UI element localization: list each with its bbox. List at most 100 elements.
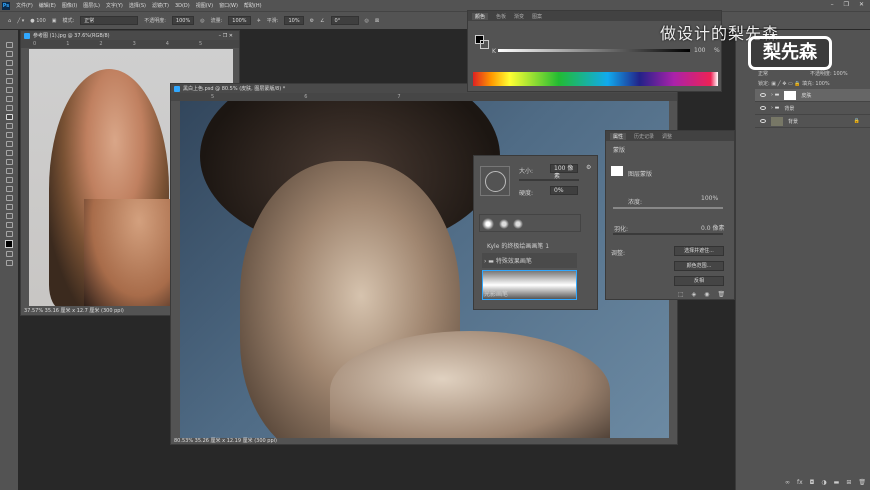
fill-field[interactable]: 100%	[815, 81, 829, 87]
brush-group[interactable]: › ▬ 特殊效果画笔	[482, 253, 577, 268]
select-and-mask-button[interactable]: 选择并遮住...	[674, 246, 724, 256]
menu-edit[interactable]: 编辑(E)	[39, 2, 56, 9]
k-value[interactable]: 100	[694, 47, 705, 54]
tab-gradients[interactable]: 渐变	[514, 13, 524, 20]
brush-angle-preview[interactable]	[480, 166, 510, 196]
foreground-color-swatch[interactable]	[5, 240, 13, 248]
quick-mask-icon[interactable]	[5, 251, 13, 257]
hand-tool-icon[interactable]	[5, 213, 13, 219]
lasso-tool-icon[interactable]	[5, 60, 13, 66]
delete-layer-icon[interactable]: 🗑	[858, 479, 866, 486]
blur-tool-icon[interactable]	[5, 159, 13, 165]
healing-brush-icon[interactable]	[5, 105, 13, 111]
background-swatch[interactable]	[480, 40, 489, 49]
size-field[interactable]: 100 像素	[550, 164, 578, 180]
eye-icon[interactable]	[760, 93, 766, 97]
layer-row[interactable]: › ▬ 皮肤	[755, 89, 870, 102]
hardness-field[interactable]: 0%	[550, 186, 578, 195]
doc1-title-bar[interactable]: 参考图 (1).jpg @ 37.6%(RGB/8) – ❐ ✕	[21, 31, 239, 40]
link-icon[interactable]: ∞	[785, 479, 790, 486]
zoom-tool-icon[interactable]	[5, 222, 13, 228]
angle-field[interactable]: 0°	[330, 16, 359, 25]
add-mask-icon[interactable]: ◘	[810, 479, 815, 486]
fx-icon[interactable]: fx	[797, 479, 803, 486]
brush-tool-icon[interactable]	[5, 114, 13, 120]
brush-settings-icon[interactable]: ▣	[52, 18, 57, 24]
shape-tool-icon[interactable]	[5, 204, 13, 210]
frame-tool-icon[interactable]	[5, 87, 13, 93]
menu-view[interactable]: 视图(V)	[196, 2, 213, 9]
menu-window[interactable]: 窗口(W)	[219, 2, 238, 9]
gradient-tool-icon[interactable]	[5, 150, 13, 156]
menu-file[interactable]: 文件(F)	[16, 2, 33, 9]
dodge-tool-icon[interactable]	[5, 168, 13, 174]
mode-select[interactable]: 正常	[80, 16, 139, 25]
opacity-field[interactable]: 100%	[171, 16, 195, 25]
load-selection-icon[interactable]: ⬚	[678, 291, 684, 298]
minimize-icon[interactable]: –	[831, 1, 834, 8]
doc1-window-buttons[interactable]: – ❐ ✕	[219, 33, 233, 39]
density-field[interactable]: 100%	[701, 195, 718, 202]
move-tool-icon[interactable]	[5, 42, 13, 48]
pen-tool-icon[interactable]	[5, 177, 13, 183]
feather-slider[interactable]	[613, 233, 723, 235]
menu-filter[interactable]: 滤镜(T)	[152, 2, 169, 9]
airbrush-icon[interactable]: ✈	[257, 18, 261, 24]
menu-layer[interactable]: 图层(L)	[83, 2, 100, 9]
tab-swatches[interactable]: 色板	[496, 13, 506, 20]
smooth-settings-icon[interactable]: ⚙	[310, 18, 314, 24]
eyedropper-icon[interactable]	[5, 96, 13, 102]
clone-stamp-icon[interactable]	[5, 123, 13, 129]
color-spectrum[interactable]	[473, 72, 718, 86]
color-range-button[interactable]: 颜色范围...	[674, 261, 724, 271]
smooth-field[interactable]: 10%	[284, 16, 304, 25]
feather-field[interactable]: 0.0 像素	[701, 223, 724, 232]
symmetry-icon[interactable]: ⊠	[375, 18, 379, 24]
more-tools-icon[interactable]	[5, 231, 13, 237]
eraser-icon[interactable]	[5, 141, 13, 147]
menu-3d[interactable]: 3D(D)	[175, 3, 190, 9]
type-tool-icon[interactable]	[5, 186, 13, 192]
menu-type[interactable]: 文字(Y)	[106, 2, 123, 9]
pressure-size-icon[interactable]: ◎	[365, 18, 369, 24]
brush-item-selected[interactable]: 光影画笔	[482, 270, 577, 300]
marquee-tool-icon[interactable]	[5, 51, 13, 57]
layer-opacity-field[interactable]: 100%	[833, 71, 847, 77]
flow-field[interactable]: 100%	[228, 16, 251, 25]
brush-settings-gear-icon[interactable]: ⚙	[586, 164, 591, 171]
tab-properties[interactable]: 属性	[610, 132, 627, 140]
tab-patterns[interactable]: 图案	[532, 13, 542, 20]
tab-adjustments[interactable]: 调整	[662, 133, 672, 140]
close-icon[interactable]: ✕	[859, 1, 864, 8]
k-slider[interactable]	[498, 49, 690, 52]
path-select-icon[interactable]	[5, 195, 13, 201]
invert-button[interactable]: 反相	[674, 276, 724, 286]
eye-icon[interactable]	[760, 106, 766, 110]
size-slider[interactable]	[519, 179, 579, 181]
layer-row[interactable]: 背景 🔒	[755, 115, 870, 128]
new-layer-icon[interactable]: ⊞	[846, 479, 851, 486]
brush-preset-picker[interactable]: ● 100	[30, 18, 46, 24]
brush-group[interactable]: Kyle 的终极绘画画笔 1	[482, 238, 577, 253]
visibility-icon[interactable]: ◉	[704, 291, 709, 298]
pressure-opacity-icon[interactable]: ◎	[200, 18, 204, 24]
history-brush-icon[interactable]	[5, 132, 13, 138]
new-group-icon[interactable]: ▬	[834, 479, 840, 486]
menu-image[interactable]: 图像(I)	[62, 2, 77, 9]
delete-icon[interactable]: 🗑	[718, 291, 726, 298]
blend-mode-select[interactable]: 正常	[758, 70, 768, 77]
menu-help[interactable]: 帮助(H)	[244, 2, 262, 9]
recent-brushes[interactable]	[479, 214, 581, 232]
menu-select[interactable]: 选择(S)	[129, 2, 146, 9]
brush-tool-icon[interactable]: ╱ ▾	[17, 18, 24, 24]
adjustment-icon[interactable]: ◑	[821, 479, 826, 486]
apply-mask-icon[interactable]: ◈	[692, 291, 697, 298]
layer-row[interactable]: › ▬ 背景	[755, 102, 870, 115]
eye-icon[interactable]	[760, 119, 766, 123]
tab-color[interactable]: 颜色	[472, 12, 489, 20]
crop-tool-icon[interactable]	[5, 78, 13, 84]
home-icon[interactable]: ⌂	[8, 18, 11, 24]
restore-icon[interactable]: ❐	[844, 1, 849, 8]
magic-wand-icon[interactable]	[5, 69, 13, 75]
density-slider[interactable]	[613, 207, 723, 209]
